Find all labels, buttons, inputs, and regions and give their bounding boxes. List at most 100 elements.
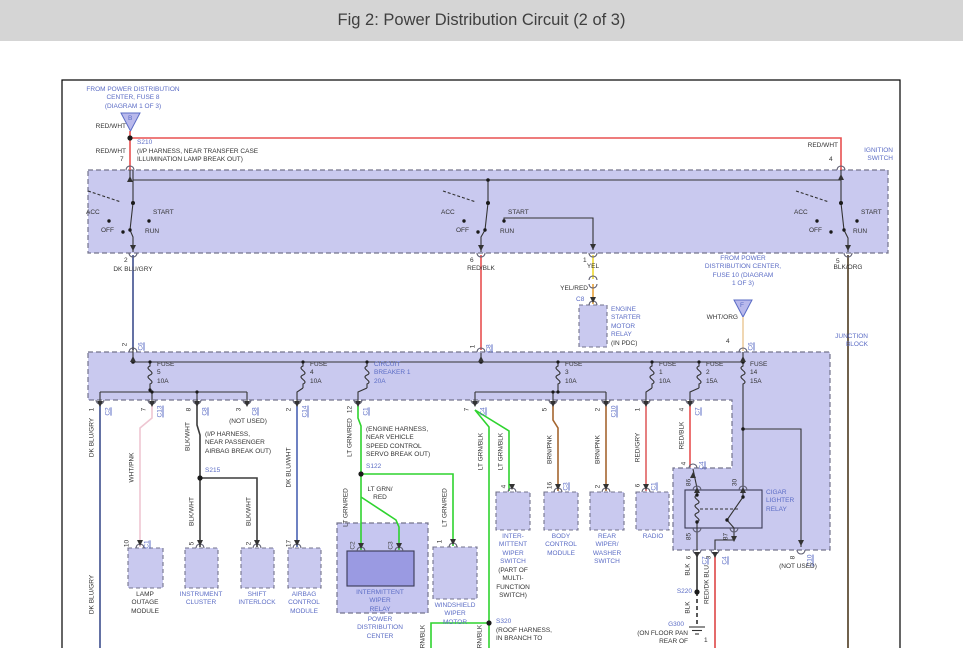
source-b-note: FROM POWER DISTRIBUTION CENTER, FUSE 8 (… [73,86,193,111]
conn-c6-jb: C6 [138,335,147,359]
splice-s215: S215 [205,467,220,475]
not-used-2: (NOT USED) [778,563,818,571]
conn-c3-bcm: C3 [563,475,572,499]
diagram-canvas: FROM POWER DISTRIBUTION CENTER, FUSE 8 (… [0,0,963,648]
pin-1-jb: 1 [470,339,479,355]
conn-c4-entry: C4 [699,454,708,478]
pin-2-ign: 2 [124,257,128,265]
vlabel-red-dk-blu: RED/DK BLU [704,553,713,617]
ign-mid-start: START [508,209,529,217]
splice-s122: S122 [366,463,381,471]
pin-2-rear: 2 [595,479,604,495]
wire-label-red-wht-2: RED/WHT [68,148,126,156]
fuse-14-label: FUSE 14 15A [750,361,767,386]
source-b-letter: B [128,115,132,123]
conn-c6-f: C6 [748,335,757,359]
wiper-motor-box [433,547,477,599]
vlabel-blk-wht-3: BLK/WHT [246,480,255,544]
pin-2-c14: 2 [286,402,295,418]
conn-c14: C14 [302,400,311,424]
splice-s210-note: (I/P HARNESS, NEAR TRANSFER CASE ILLUMIN… [137,148,258,165]
wiper-switch-label: INTER- MITTENT WIPER SWITCH [491,533,535,566]
conn-c2-relay: C2 [350,538,359,554]
conn-c8-starter: C8 [576,296,584,304]
starter-relay-box [579,305,607,347]
fuse-3-label: FUSE 3 10A [565,361,582,386]
ign-mid-acc: ACC [441,209,455,217]
instrument-cluster-label: INSTRUMENT CLUSTER [179,591,223,608]
pin-2-jb: 2 [122,337,131,353]
conn-c1-radio: C1 [651,475,660,499]
fuse-5-label: FUSE 5 10A [157,361,174,386]
intermittent-wiper-relay-label: INTERMITTENT WIPER RELAY [348,589,412,614]
pin-3-c8: 3 [236,402,245,418]
label-lt-grn-red-2line: LT GRN/ RED [366,486,394,503]
vlabel-lt-grn-blk-1: LT GRN/BLK [478,420,487,484]
pin-1-bottom: 1 [704,637,708,645]
conn-c10: C10 [611,400,620,424]
pin-16: 16 [547,478,556,494]
rear-wiper-label: REAR WIPER/ WASHER SWITCH [586,533,628,566]
bcm-box [544,492,578,530]
vlabel-lt-grn-blk-2: LT GRN/BLK [498,420,507,484]
source-f-note: FROM POWER DISTRIBUTION CENTER, FUSE 10 … [693,255,793,288]
fuse-1-label: FUSE 1 10A [659,361,676,386]
wire-label-wht-org: WHT/ORG [678,314,738,322]
vlabel-wht-pnk: WHT/PNK [129,436,138,500]
airbag-module-box [288,548,321,588]
pin-7-c4: 7 [464,402,473,418]
wiper-motor-label: WINDSHIELD WIPER MOTOR [432,602,478,627]
vlabel-blk-wht-1: BLK/WHT [185,405,194,469]
vlabel-blk-wht-2: BLK/WHT [189,480,198,544]
wire-label-dk-blu-gry: DK BLU/GRY [100,266,166,274]
rear-wiper-switch-box [590,492,624,530]
pin-4-c4: 4 [681,456,690,472]
fuse-4-label: FUSE 4 10A [310,361,327,386]
vlabel-lt-grn-red-3: LT GRN/RED [442,476,451,540]
vlabel-lt-grn-blk-3: LT GRN/BLK [420,612,429,648]
ign-right-acc: ACC [794,209,808,217]
pin-17: 17 [286,536,295,552]
radio-label: RADIO [637,533,669,541]
vlabel-lt-grn-blk-4: LT GRN/BLK [477,612,486,648]
wire-label-red-blk: RED/BLK [448,265,514,273]
ign-mid-off: OFF [456,227,469,235]
cigar-pin-30: 30 [732,475,741,491]
pin-2-shift: 2 [246,536,255,552]
ign-mid-run: RUN [500,228,514,236]
pin-5-jb: 5 [542,402,551,418]
conn-c8-jb: C8 [486,337,495,361]
vlabel-dk-blu-gry-2: DK BLU/GRY [89,563,98,627]
splice-s320-note: (ROOF HARNESS, IN BRANCH TO [496,627,552,644]
ground-g300: G300 [656,621,684,629]
pin-7-c13: 7 [141,402,150,418]
conn-c1: C1 [363,400,372,424]
splice-s122-note: (ENGINE HARNESS, NEAR VEHICLE SPEED CONT… [366,426,430,459]
conn-c3-relay: C3 [388,538,397,554]
splice-s210: S210 [137,139,152,147]
fuse-2-label: FUSE 2 15A [706,361,723,386]
junction-block-label: JUNCTION BLOCK [808,333,868,350]
instrument-cluster-box [185,548,218,588]
conn-c13: C13 [157,400,166,424]
conn-c4-out: C4 [722,549,731,573]
bcm-label: BODY CONTROL MODULE [538,533,584,558]
wiring-diagram-page: Fig 2: Power Distribution Circuit (2 of … [0,0,963,648]
cigar-pin-87: 87 [723,529,732,545]
shift-interlock-box [241,548,274,588]
vlabel-lt-grn-red-1: LT GRN/RED [347,406,356,470]
wiper-switch-box [496,492,530,530]
ground-g300-note: (ON FLOOR PAN REAR OF [624,630,688,647]
vlabel-red-gry: RED/GRY [635,416,644,480]
starter-relay-loc: (IN PDC) [611,340,637,348]
shift-interlock-label: SHIFT INTERLOCK [235,591,279,608]
pin-6-radio: 6 [635,478,644,494]
ign-right-run: RUN [853,228,867,236]
vlabel-brn-pnk-1: BRN/PNK [547,418,556,482]
vlabel-brn-pnk-2: BRN/PNK [595,418,604,482]
vlabel-lt-grn-red-2: LT GRN/RED [343,476,352,540]
wire-wht-pnk [140,402,152,547]
vlabel-dk-blu-wht: DK BLU/WHT [286,436,295,500]
splice-s215-note: (I/P HARNESS, NEAR PASSENGER AIRBAG BREA… [205,431,271,456]
ign-left-acc: ACC [86,209,100,217]
